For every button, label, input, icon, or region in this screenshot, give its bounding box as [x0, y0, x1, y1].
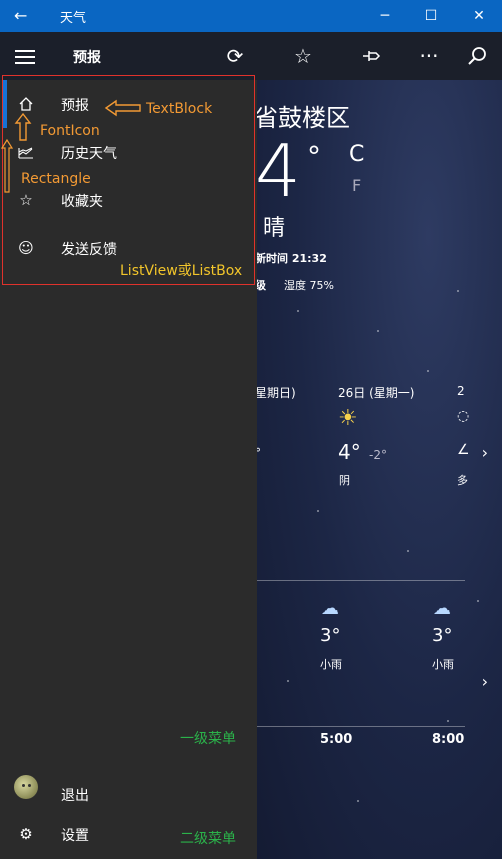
search-icon[interactable]	[463, 42, 491, 70]
chevron-right-icon[interactable]: ›	[482, 443, 488, 462]
day-low: -2°	[369, 448, 387, 462]
arrow-left-icon	[104, 99, 141, 117]
refresh-icon[interactable]: ⟳	[221, 42, 249, 70]
hourly-condition: 小雨	[320, 658, 342, 671]
hourly-time: 8:00	[432, 732, 465, 747]
more-icon[interactable]: ···	[415, 42, 443, 70]
level-text: 级	[257, 279, 266, 292]
divider	[257, 580, 465, 581]
day-condition: 阴	[339, 474, 350, 487]
app-toolbar: 预报 ⟳ ☆ ···	[0, 32, 502, 80]
day-high: ∠	[457, 442, 470, 458]
listview-annotation: ListView或ListBox	[120, 263, 243, 279]
pin-icon[interactable]	[358, 42, 386, 70]
hourly-time: 5:00	[320, 732, 353, 747]
avatar[interactable]	[14, 775, 38, 799]
favorite-star-icon[interactable]: ☆	[289, 42, 317, 70]
rain-cloud-icon: ☁	[321, 598, 339, 619]
hourly-temp: 3°	[432, 625, 453, 646]
minimize-button[interactable]: ─	[362, 0, 408, 32]
hourly-temp: 3°	[320, 625, 341, 646]
day-label: 星期日)	[257, 386, 296, 400]
location-label: 省鼓楼区	[257, 104, 350, 132]
nav-item-label: 设置	[61, 828, 89, 844]
title-bar: ← 天气 ─ ☐ ✕	[0, 0, 502, 32]
app-title: 天气	[60, 11, 87, 26]
hamburger-menu-icon[interactable]	[15, 50, 35, 64]
updated-time: 新时间 21:32	[257, 252, 327, 265]
nav-item-label: 退出	[61, 788, 89, 804]
day-label: 26日 (星期一)	[338, 386, 415, 400]
weather-content: 省鼓楼区 4 ° C F 晴 新时间 21:32 级 湿度 75% 星期日) 26…	[257, 80, 502, 859]
level2-menu-annotation: 二级菜单	[180, 831, 236, 847]
partly-sunny-icon: ☀	[338, 406, 358, 431]
arrow-up-icon	[14, 112, 32, 141]
hourly-condition: 小雨	[432, 658, 454, 671]
day-high: 4°	[338, 440, 361, 464]
arrow-up-icon	[0, 138, 14, 193]
day-temp: °	[257, 446, 261, 460]
humidity-row: 级 湿度 75%	[257, 277, 334, 293]
day-label: 2	[457, 384, 465, 398]
weather-icon: ◌	[457, 408, 470, 424]
textblock-annotation: TextBlock	[146, 101, 213, 117]
temp-degree: °	[307, 140, 321, 173]
rain-cloud-icon: ☁	[433, 598, 451, 619]
back-arrow-icon[interactable]: ←	[14, 6, 27, 25]
current-condition: 晴	[263, 216, 286, 241]
fonticon-annotation: FontIcon	[40, 123, 100, 139]
day-condition: 多	[457, 474, 468, 487]
humidity-value: 湿度 75%	[284, 279, 334, 292]
unit-fahrenheit[interactable]: F	[352, 176, 361, 195]
rectangle-annotation: Rectangle	[21, 171, 91, 187]
current-temp: 4	[257, 129, 301, 213]
unit-celsius[interactable]: C	[349, 142, 364, 167]
page-title: 预报	[73, 50, 101, 66]
maximize-button[interactable]: ☐	[408, 0, 454, 32]
divider	[257, 726, 465, 727]
chevron-right-icon[interactable]: ›	[482, 672, 488, 691]
level1-menu-annotation: 一级菜单	[180, 731, 236, 747]
close-button[interactable]: ✕	[456, 0, 502, 32]
gear-icon: ⚙	[19, 825, 33, 843]
